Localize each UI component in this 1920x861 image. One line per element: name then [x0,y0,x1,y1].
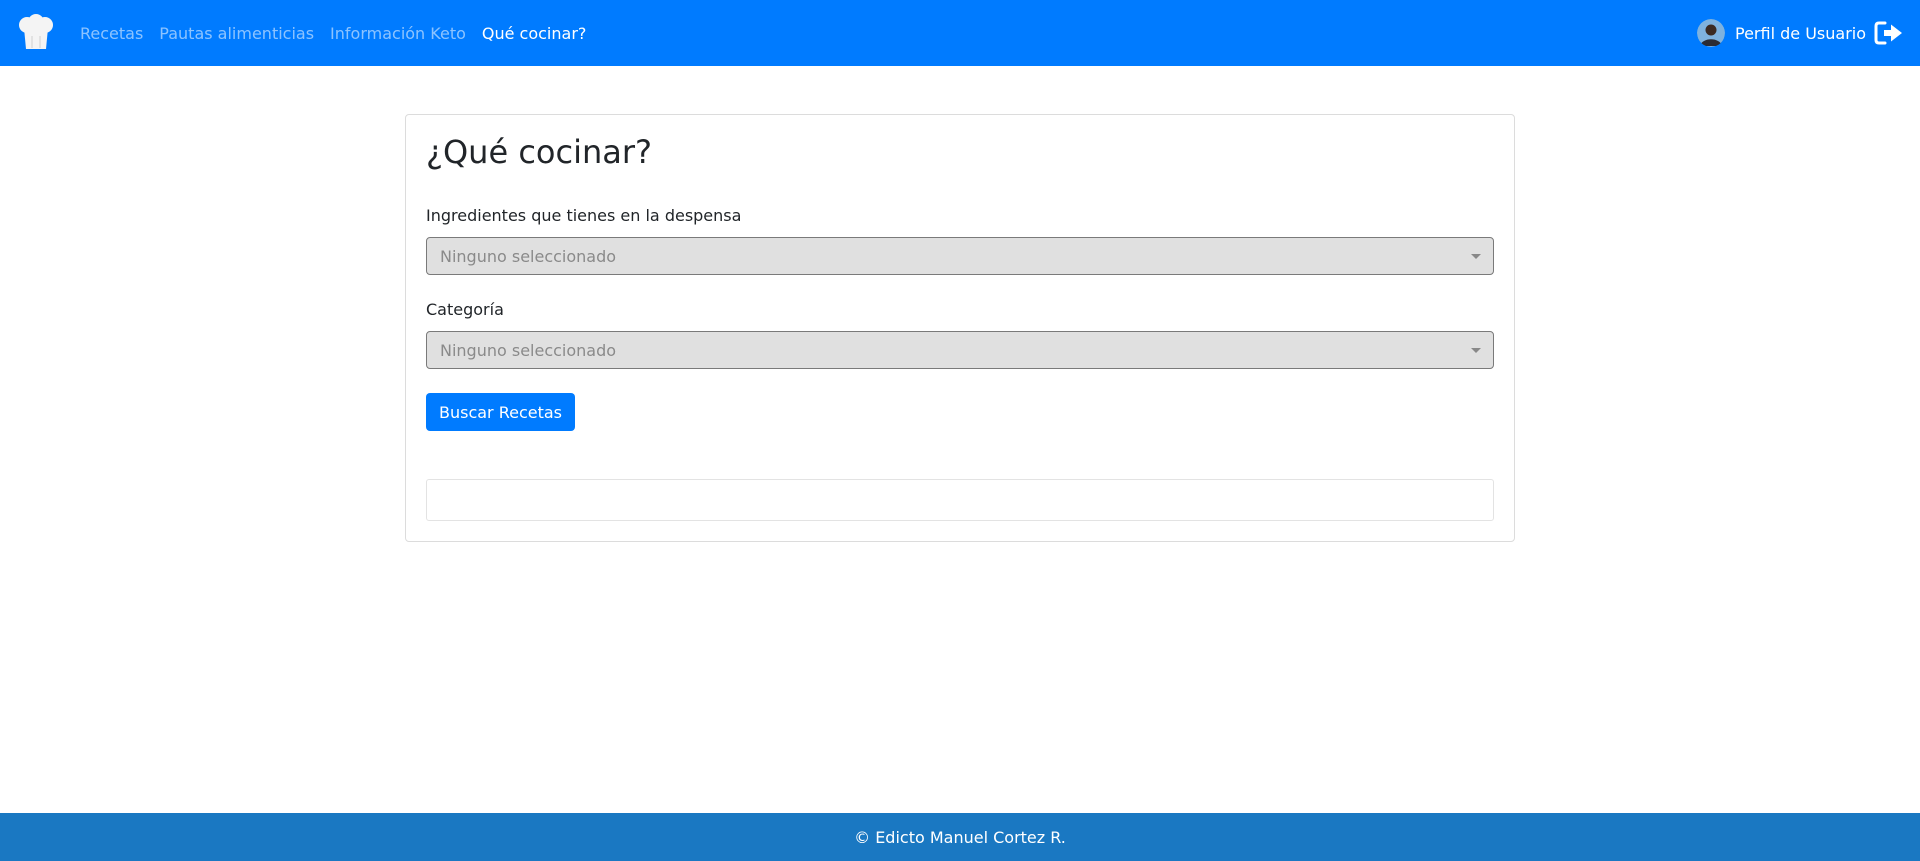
profile-link[interactable]: Perfil de Usuario [1735,24,1866,43]
ingredients-select[interactable]: Ninguno seleccionado [426,237,1494,275]
sign-out-icon[interactable] [1874,20,1904,46]
page-title: ¿Qué cocinar? [426,133,652,171]
nav-link-pautas-alimenticias[interactable]: Pautas alimenticias [159,24,314,43]
category-label: Categoría [426,300,504,319]
nav-link-informacion-keto[interactable]: Información Keto [330,24,466,43]
category-select[interactable]: Ninguno seleccionado [426,331,1494,369]
avatar[interactable] [1697,19,1725,47]
chef-hat-icon[interactable] [18,14,54,52]
user-menu: Perfil de Usuario [1697,19,1904,47]
main-nav: Recetas Pautas alimenticias Información … [80,24,602,43]
search-recipes-button[interactable]: Buscar Recetas [426,393,576,431]
ingredients-label: Ingredientes que tienes en la despensa [426,206,742,225]
category-select-value: Ninguno seleccionado [440,340,617,360]
results-container [426,479,1494,521]
navbar: Recetas Pautas alimenticias Información … [0,0,1920,66]
footer-copyright: © Edicto Manuel Cortez R. [854,827,1066,847]
what-to-cook-card: ¿Qué cocinar? Ingredientes que tienes en… [405,114,1515,542]
chevron-down-icon [1471,348,1481,353]
chevron-down-icon [1471,254,1481,259]
nav-link-recetas[interactable]: Recetas [80,24,143,43]
footer: © Edicto Manuel Cortez R. [0,813,1920,861]
nav-link-que-cocinar[interactable]: Qué cocinar? [482,24,587,43]
ingredients-select-value: Ninguno seleccionado [440,246,617,266]
